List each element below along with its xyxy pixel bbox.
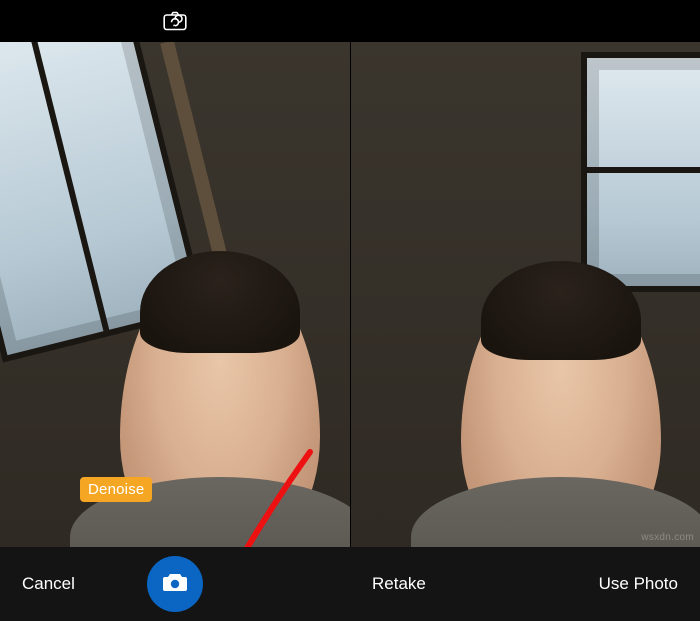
denoise-badge[interactable]: Denoise — [80, 477, 152, 502]
camera-bottom-bar: Cancel Retake Use Photo — [0, 547, 700, 621]
window-graphic — [581, 52, 700, 292]
camera-top-bar — [0, 0, 350, 42]
capture-controls: Cancel — [0, 547, 350, 621]
shutter-button[interactable] — [147, 556, 203, 612]
watermark-text: wsxdn.com — [641, 532, 694, 543]
cancel-button[interactable]: Cancel — [22, 574, 75, 594]
camera-flip-icon[interactable] — [163, 11, 187, 31]
person-face — [120, 257, 320, 547]
photo-compare-panes: Denoise — [0, 42, 700, 547]
live-preview-pane: Denoise — [0, 42, 350, 547]
use-photo-button[interactable]: Use Photo — [599, 574, 678, 594]
review-controls: Retake Use Photo — [350, 547, 700, 621]
retake-button[interactable]: Retake — [372, 574, 426, 594]
person-face — [461, 267, 661, 547]
captured-photo-pane — [350, 42, 700, 547]
camera-icon — [162, 571, 188, 598]
